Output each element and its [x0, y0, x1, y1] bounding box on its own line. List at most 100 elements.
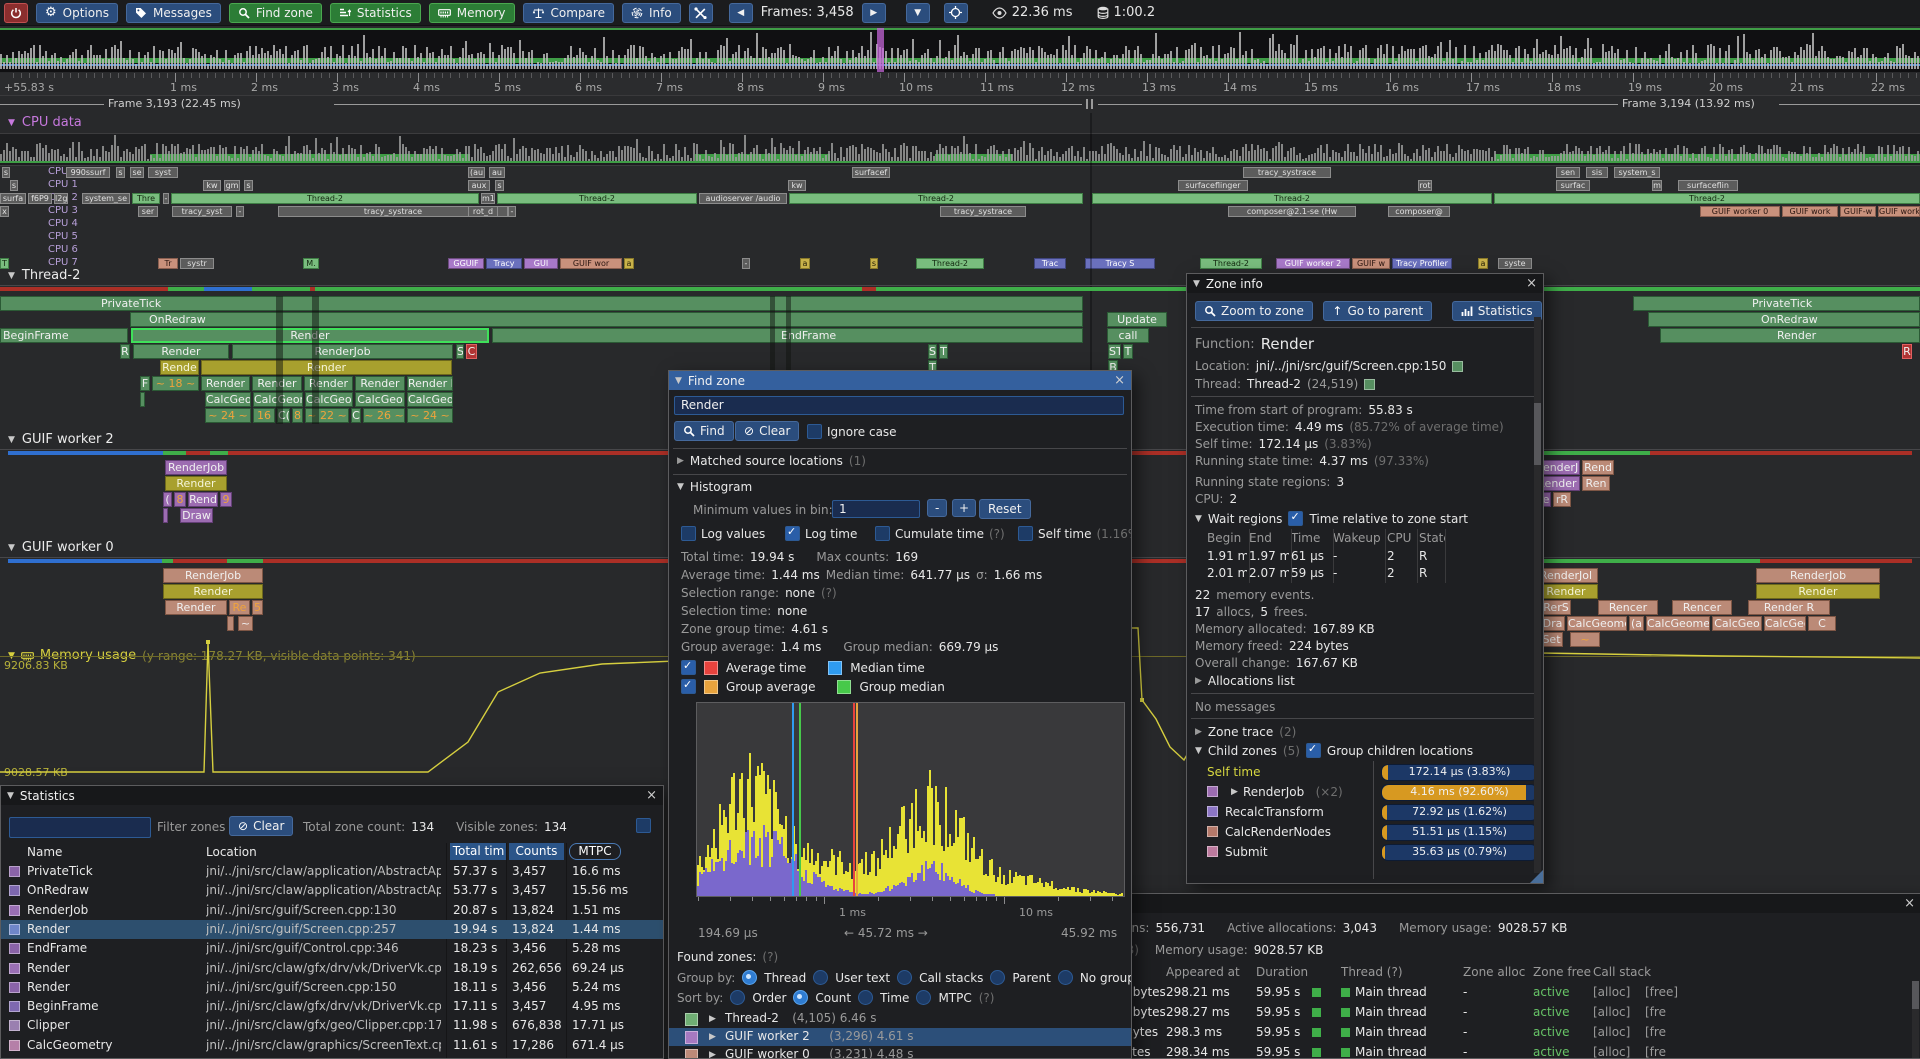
- checkbox[interactable]: [807, 424, 822, 439]
- power-button[interactable]: [4, 3, 28, 23]
- checkbox[interactable]: [681, 660, 696, 675]
- check-option[interactable]: Cumulate time(?): [875, 526, 1005, 541]
- cpu-zone-chip[interactable]: tracy_systrace: [940, 206, 1026, 217]
- cpu-zone-chip[interactable]: system_se: [82, 193, 130, 204]
- zone-chip[interactable]: PrivateTick: [0, 296, 1083, 311]
- wait-regions-row[interactable]: ▼Wait regionsTime relative to zone start: [1195, 511, 1468, 526]
- zone-chip[interactable]: T: [939, 344, 948, 359]
- close-icon[interactable]: ×: [1114, 374, 1125, 387]
- zone-chip[interactable]: Render: [201, 376, 250, 391]
- clear-filter-button[interactable]: ⊘Clear: [229, 816, 293, 836]
- zone-chip[interactable]: 16: [253, 408, 275, 423]
- frame-dropdown-button[interactable]: ▼: [906, 3, 930, 23]
- cpu-zone-chip[interactable]: au: [489, 167, 505, 178]
- column-header-name[interactable]: Name: [27, 845, 62, 859]
- memory-column-header[interactable]: Zone alloc: [1463, 965, 1525, 979]
- zone-info-window-titlebar[interactable]: ▼ Zone info ×: [1187, 274, 1543, 293]
- zoom-to-zone-button[interactable]: Zoom to zone: [1195, 301, 1313, 321]
- cpu-zone-chip[interactable]: GUIF wor: [560, 258, 622, 269]
- checkbox[interactable]: [636, 818, 651, 833]
- zone-chip[interactable]: ~ 24 ~: [407, 408, 453, 423]
- zone-chip[interactable]: ~ 18 ~: [152, 376, 199, 391]
- close-icon[interactable]: ×: [1904, 897, 1915, 910]
- zone-chip[interactable]: ~ 26 ~: [363, 408, 405, 423]
- zone-chip[interactable]: Rend: [1582, 460, 1614, 475]
- cpu-zone-chip[interactable]: Tracy: [486, 258, 522, 269]
- thread-header-guif-worker-0[interactable]: ▼GUIF worker 0: [8, 540, 114, 555]
- cpu-zone-chip[interactable]: Trac: [1034, 258, 1066, 269]
- find-button[interactable]: Find: [674, 421, 734, 441]
- go-to-parent-button[interactable]: ↑Go to parent: [1323, 301, 1432, 321]
- found-zone-thread-row[interactable]: ▶Thread-2(4,105) 6.46 s: [669, 1010, 1131, 1028]
- cpu-zone-chip[interactable]: Tr: [158, 258, 178, 269]
- cpu-zone-chip[interactable]: GUIF worker 2: [1276, 258, 1350, 269]
- cpu-zone-chip[interactable]: -: [508, 206, 516, 217]
- zone-chip[interactable]: BeginFrame: [0, 328, 128, 343]
- radio-button[interactable]: [742, 970, 757, 985]
- cpu-zone-chip[interactable]: systr: [180, 258, 214, 269]
- cpu-zone-chip[interactable]: composer@2.1-se (Hw: [1228, 206, 1356, 217]
- zone-chip[interactable]: T: [1123, 344, 1133, 359]
- check-option[interactable]: Log values: [681, 526, 765, 541]
- cpu-zone-chip[interactable]: s: [244, 180, 253, 191]
- sort-option-label[interactable]: Order: [752, 991, 786, 1005]
- find-zone-query-input[interactable]: Render: [674, 396, 1124, 415]
- cpu-zone-chip[interactable]: Thread-2: [789, 193, 1083, 204]
- zone-chip[interactable]: RenderJob: [165, 460, 227, 475]
- zone-chip[interactable]: Render: [165, 600, 227, 615]
- collapse-icon[interactable]: ▼: [675, 376, 682, 386]
- cpu-zone-chip[interactable]: audioserver /audio: [699, 193, 787, 204]
- column-header-total-time[interactable]: Total tim: [450, 843, 507, 860]
- zone-chip[interactable]: Update: [1107, 312, 1167, 327]
- zone-chip[interactable]: [140, 392, 145, 407]
- radio-button[interactable]: [1058, 970, 1073, 985]
- scrollbar-thumb[interactable]: [1534, 403, 1541, 465]
- zone-chip[interactable]: rR: [1553, 492, 1571, 507]
- zone-chip[interactable]: Rende: [160, 360, 199, 375]
- zone-trace-row[interactable]: ▶Zone trace(2): [1195, 725, 1296, 739]
- cpu-zone-chip[interactable]: rot: [1418, 180, 1432, 191]
- sort-option-label[interactable]: Count: [815, 991, 851, 1005]
- statistics-row[interactable]: Renderjni/../jni/src/claw/gfx/drv/vk/Dri…: [1, 959, 663, 978]
- cpu-zone-chip[interactable]: Thread-2: [1494, 193, 1920, 204]
- zone-chip[interactable]: Render: [1756, 584, 1880, 599]
- zone-chip[interactable]: call: [1107, 328, 1149, 343]
- check-option[interactable]: Self time(1.16%): [1018, 526, 1131, 541]
- cpu-zone-chip[interactable]: system_s: [1614, 167, 1660, 178]
- child-zones-row[interactable]: ▼Child zones(5)Group children locations: [1195, 743, 1473, 758]
- radio-button[interactable]: [813, 970, 828, 985]
- reset-button[interactable]: Reset: [979, 499, 1031, 519]
- radio-button[interactable]: [990, 970, 1005, 985]
- cpu-zone-chip[interactable]: sis: [1586, 167, 1608, 178]
- check-option[interactable]: Log time: [785, 526, 857, 541]
- cpu-zone-chip[interactable]: Tracy S: [1085, 258, 1155, 269]
- cpu-zone-chip[interactable]: Thread-2: [171, 193, 479, 204]
- cpu-zone-chip[interactable]: gm: [224, 180, 240, 191]
- cpu-zone-chip[interactable]: a: [800, 258, 810, 269]
- cpu-data-header[interactable]: ▼CPU data: [8, 115, 82, 130]
- statistics-row[interactable]: BeginFramejni/../jni/src/claw/gfx/drv/vk…: [1, 997, 663, 1016]
- close-icon[interactable]: ×: [1526, 277, 1537, 290]
- cpu-zone-chip[interactable]: s: [2, 167, 10, 178]
- alloc-callstack-free[interactable]: [fre: [1645, 1005, 1666, 1019]
- radio-button[interactable]: [793, 990, 808, 1005]
- zone-chip[interactable]: Render: [163, 584, 263, 599]
- cpu-zone-chip[interactable]: s: [10, 180, 18, 191]
- zone-chip[interactable]: CalcGeo: [355, 392, 405, 407]
- prev-frame-button[interactable]: ◀: [729, 3, 753, 23]
- cpu-zone-chip[interactable]: Thread-2: [1200, 258, 1262, 269]
- messages-button[interactable]: Messages: [126, 3, 221, 23]
- cpu-zone-chip[interactable]: GUIF worker 0: [1700, 206, 1780, 217]
- alloc-callstack-free[interactable]: [free]: [1645, 985, 1678, 999]
- zone-chip[interactable]: OnRedraw: [130, 312, 1083, 327]
- zone-chip[interactable]: S: [928, 344, 937, 359]
- cpu-zone-chip[interactable]: f6P9: [28, 193, 52, 204]
- cpu-zone-chip[interactable]: s: [495, 180, 504, 191]
- cpu-zone-chip[interactable]: kw: [203, 180, 221, 191]
- group-option-label[interactable]: Thread: [764, 971, 806, 985]
- next-frame-button[interactable]: ▶: [862, 3, 886, 23]
- child-zone-row[interactable]: RecalcTransform72.92 μs (1.62%): [1187, 803, 1541, 823]
- zone-chip[interactable]: C: [1808, 616, 1836, 631]
- checkbox[interactable]: [875, 526, 890, 541]
- checkbox[interactable]: [1288, 511, 1303, 526]
